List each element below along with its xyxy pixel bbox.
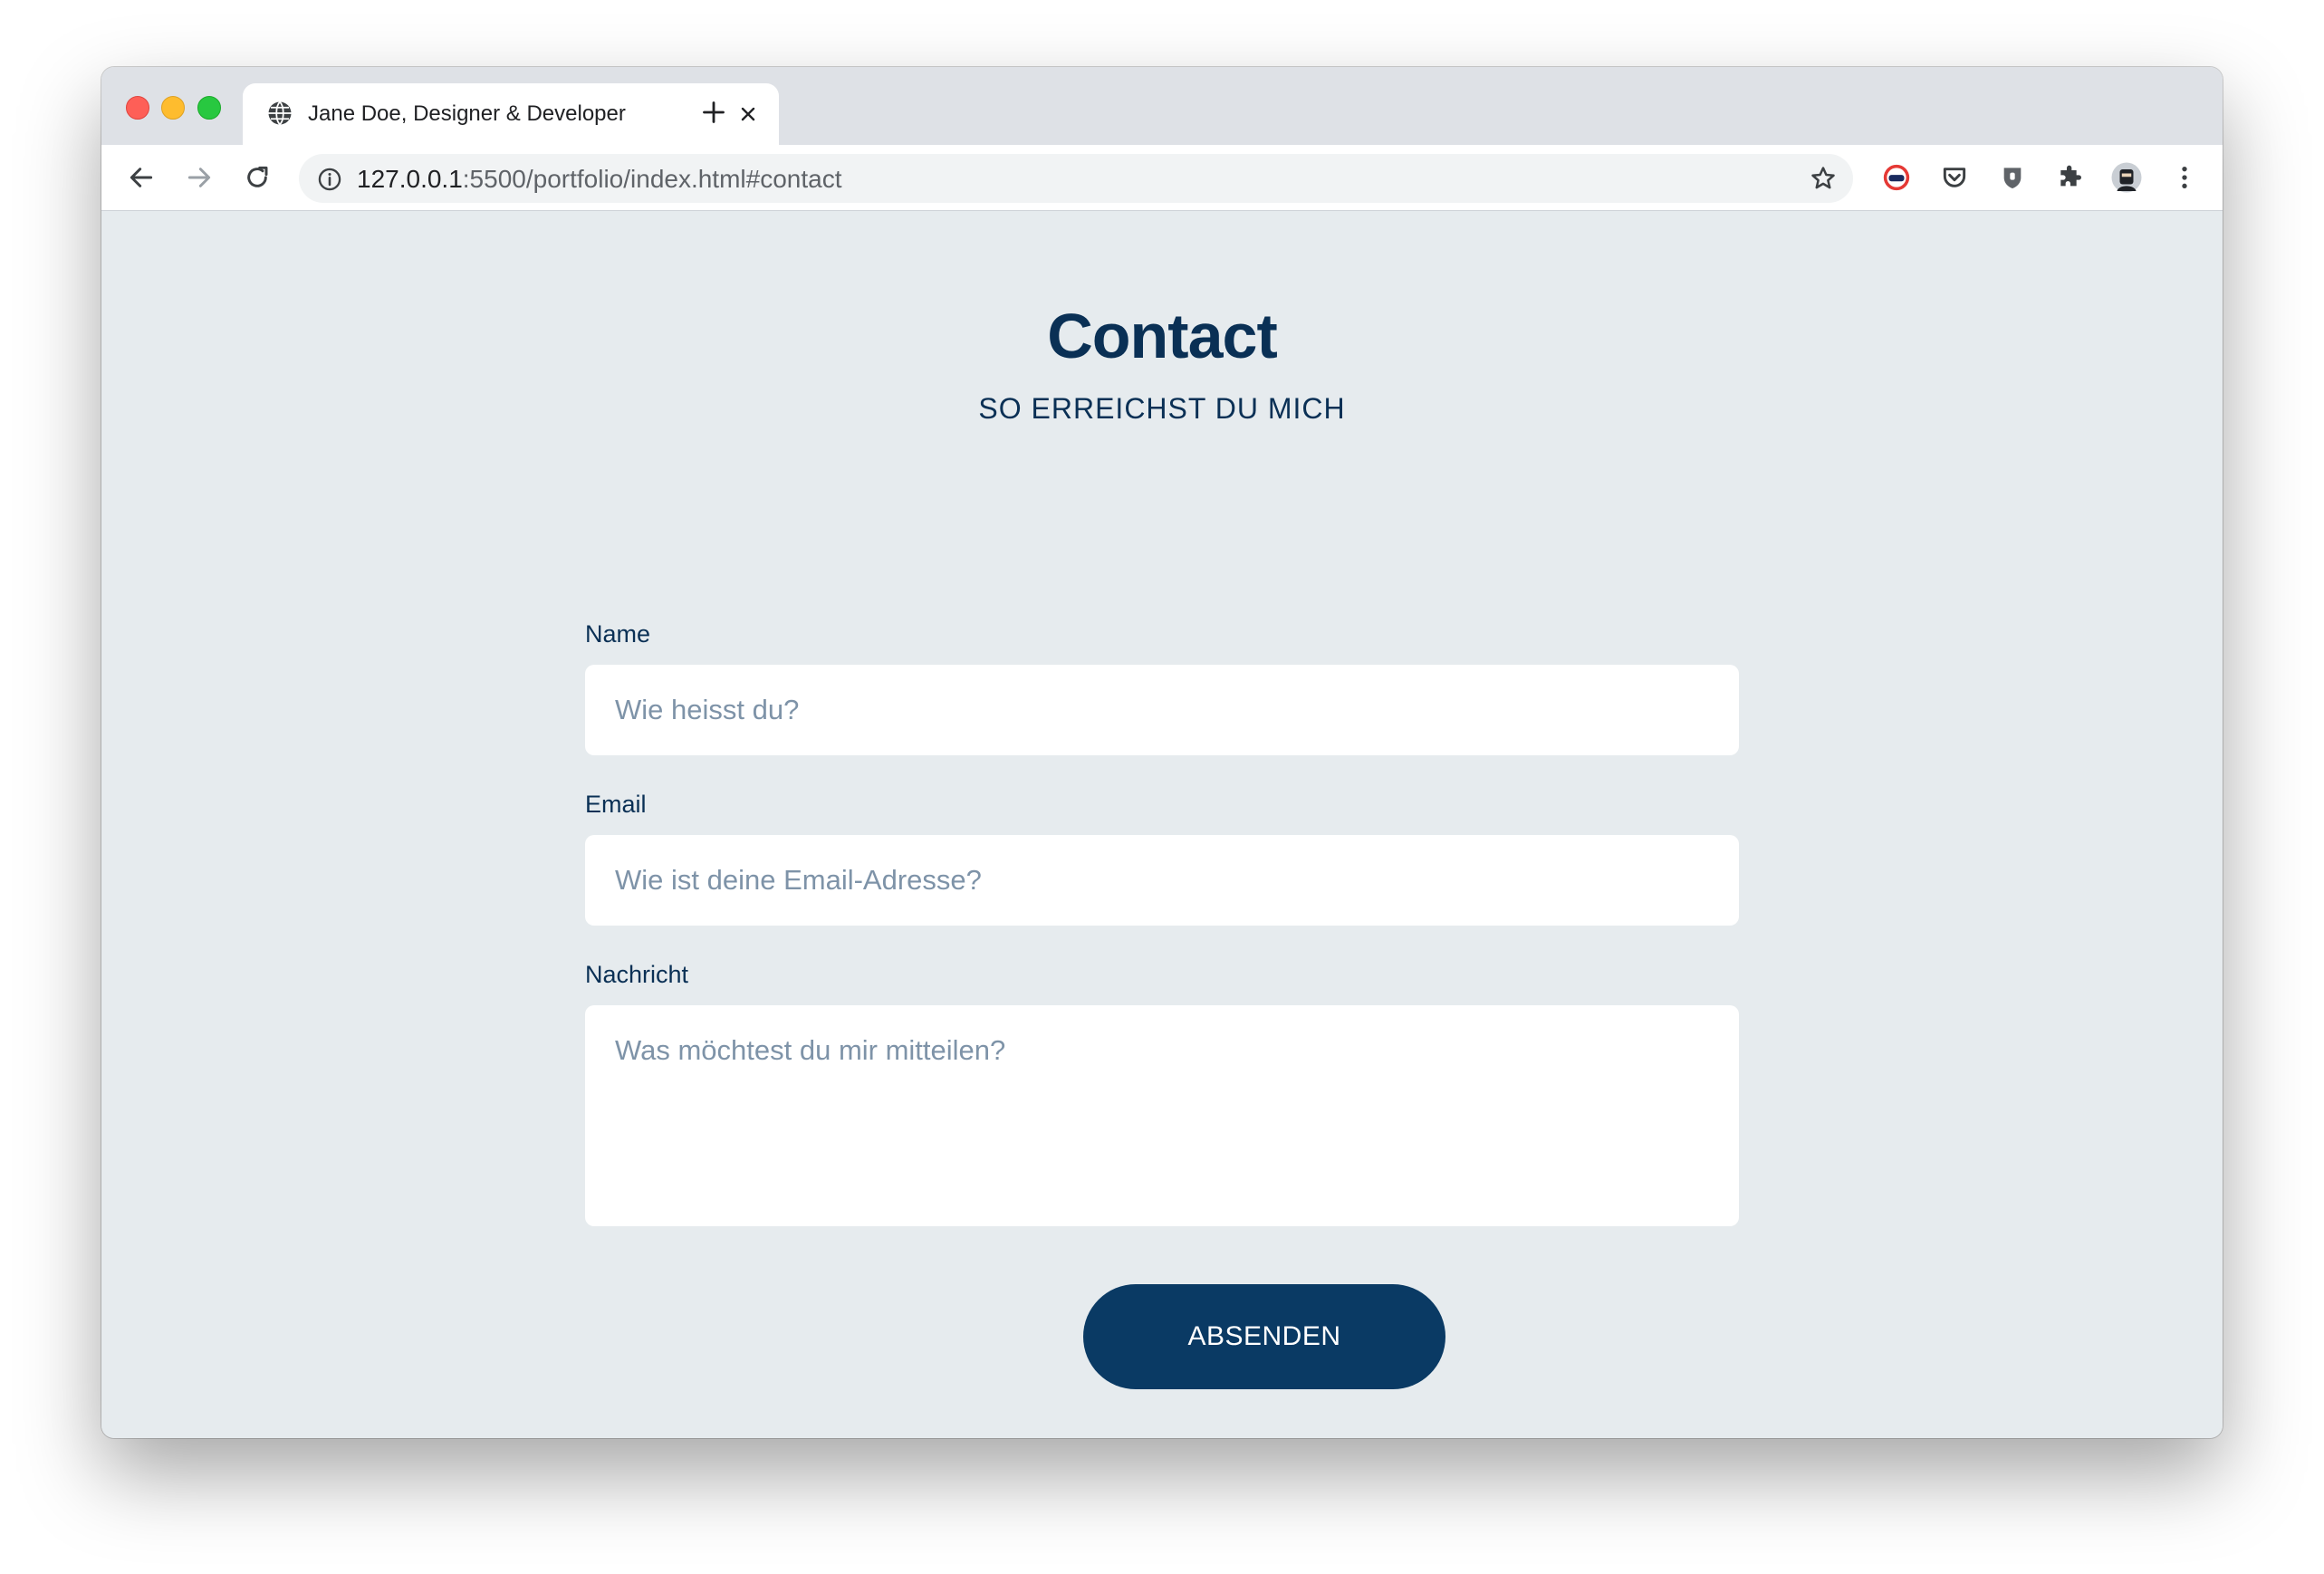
avatar (2111, 162, 2142, 193)
message-textarea[interactable] (585, 1005, 1739, 1226)
shield-button[interactable] (1996, 161, 2029, 194)
browser-toolbar: 127.0.0.1:5500/portfolio/index.html#cont… (101, 145, 2223, 211)
globe-icon (268, 101, 292, 126)
pocket-icon (1943, 168, 1966, 187)
extension-button[interactable] (1880, 161, 1913, 194)
browser-window: Jane Doe, Designer & Developer 127.0.0.1… (101, 67, 2223, 1438)
email-label: Email (585, 791, 647, 818)
name-input[interactable] (585, 665, 1739, 755)
page-subtitle: SO ERREICHST DU MICH (978, 392, 1346, 425)
window-maximize-button[interactable] (197, 96, 221, 120)
url-text: 127.0.0.1:5500/portfolio/index.html#cont… (357, 165, 841, 194)
close-icon[interactable] (737, 103, 759, 125)
back-button[interactable] (125, 161, 158, 194)
star-icon[interactable] (1810, 165, 1837, 192)
window-close-button[interactable] (126, 96, 149, 120)
browser-tab[interactable]: Jane Doe, Designer & Developer (243, 83, 779, 145)
email-input[interactable] (585, 835, 1739, 926)
more-vert-icon (2182, 167, 2187, 188)
forward-button[interactable] (183, 161, 216, 194)
plus-icon[interactable] (701, 100, 726, 125)
submit-button[interactable]: ABSENDEN (1083, 1284, 1445, 1389)
info-icon[interactable] (317, 167, 342, 192)
arrow-left-icon (130, 168, 153, 187)
pocket-button[interactable] (1938, 161, 1971, 194)
page-title: Contact (1047, 301, 1278, 371)
message-label: Nachricht (585, 961, 689, 988)
extension-red-circle-icon (1883, 164, 1910, 191)
shield-icon (2003, 168, 2021, 188)
window-minimize-button[interactable] (161, 96, 185, 120)
reload-icon (247, 166, 268, 187)
url-path: :5500/portfolio/index.html#contact (462, 165, 842, 193)
url-host: 127.0.0.1 (357, 165, 463, 193)
tab-strip: Jane Doe, Designer & Developer (101, 67, 2223, 145)
puzzle-icon (2060, 165, 2081, 187)
arrow-right-icon (187, 168, 211, 187)
extensions-button[interactable] (2054, 161, 2087, 194)
menu-button[interactable] (2168, 161, 2201, 194)
page-content: Contact SO ERREICHST DU MICH Name Email … (101, 211, 2223, 1438)
reload-button[interactable] (241, 161, 274, 194)
profile-button[interactable] (2110, 161, 2143, 194)
name-label: Name (585, 620, 651, 648)
address-bar[interactable]: 127.0.0.1:5500/portfolio/index.html#cont… (299, 154, 1853, 203)
tab-title: Jane Doe, Designer & Developer (308, 101, 626, 126)
